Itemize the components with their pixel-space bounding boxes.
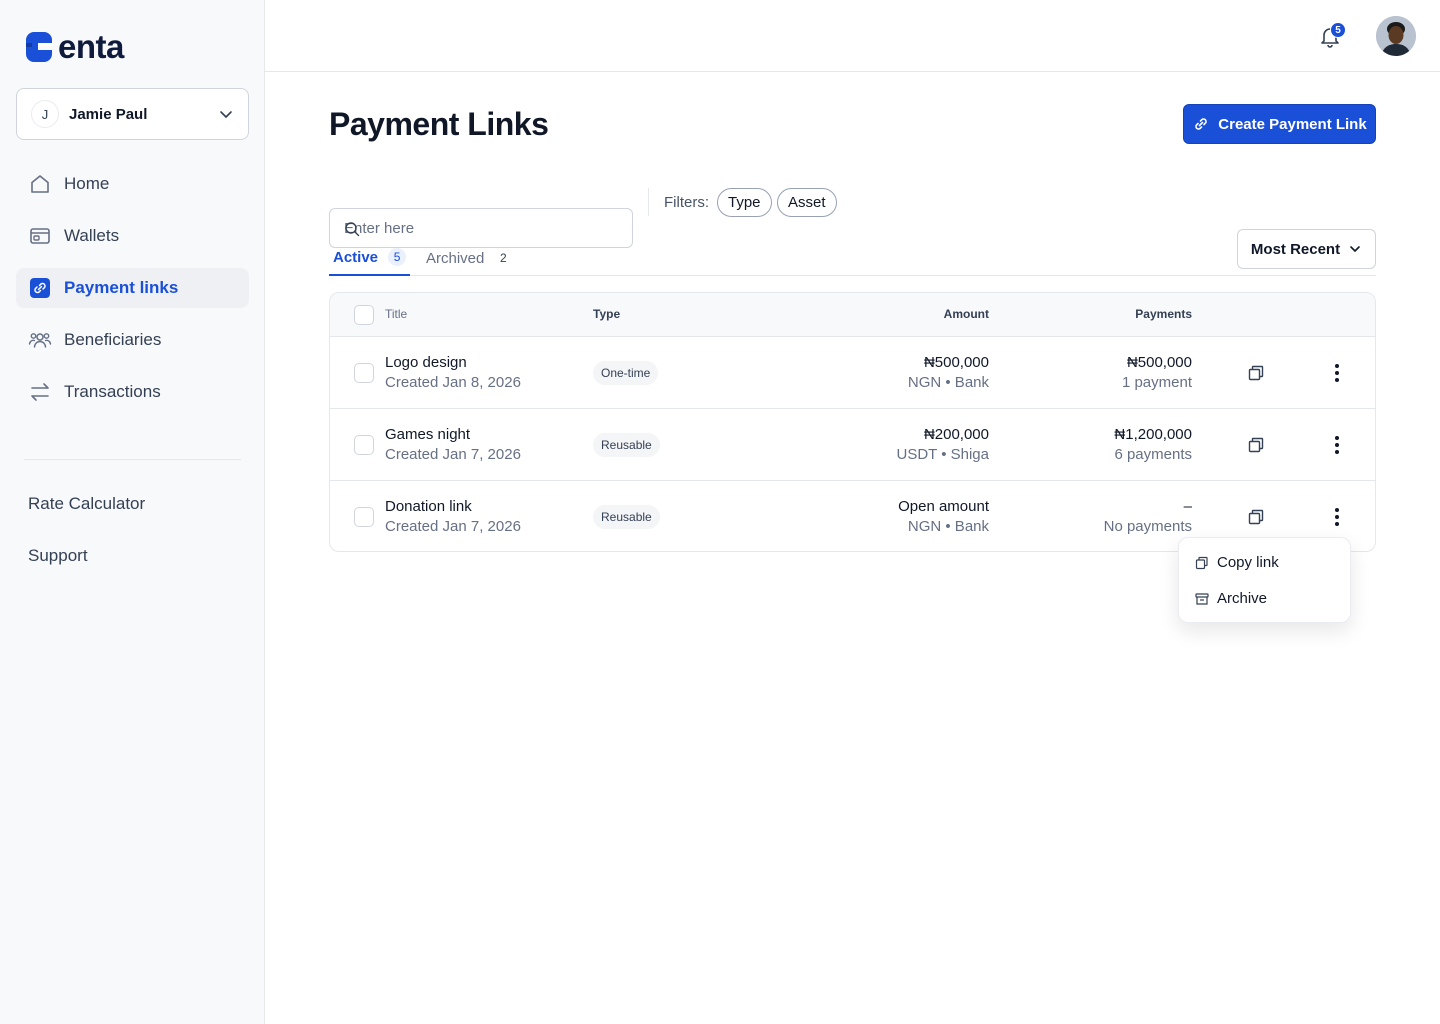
link-amount: ₦500,000 [923,354,989,371]
users-icon [28,333,52,348]
nav-label: Wallets [64,226,120,245]
page-title: Payment Links [329,106,549,142]
link-amount: ₦200,000 [923,426,989,443]
main-nav: Home Wallets Payment links Beneficiaries… [16,164,249,424]
link-created-date: Created Jan 7, 2026 [385,518,521,535]
nav-item-rate-calculator[interactable]: Rate Calculator [28,490,145,518]
payments-total: – [1183,498,1192,515]
secondary-nav: Rate Calculator Support [28,490,145,594]
link-title: Logo design [385,354,467,371]
row-checkbox[interactable] [354,435,374,455]
nav-label: Payment links [64,278,179,297]
brand-logo[interactable]: enta [24,30,124,64]
account-name: Jamie Paul [69,105,148,123]
tab-count: 2 [500,251,507,265]
menu-item-archive[interactable]: Archive [1195,590,1267,607]
tab-label: Active [333,248,379,266]
nav-item-payment-links[interactable]: Payment links [16,268,249,308]
select-all-checkbox[interactable] [354,305,374,325]
table-row[interactable]: Logo design Created Jan 8, 2026 One-time… [330,337,1375,409]
tab-count: 5 [388,248,407,266]
link-title: Games night [385,426,471,443]
menu-item-label: Archive [1217,590,1268,607]
user-photo-icon [1376,16,1416,56]
table-row[interactable]: Games night Created Jan 7, 2026 Reusable… [330,409,1375,481]
payments-count: No payments [1103,518,1192,535]
top-bar: 5 [265,0,1440,72]
nav-label: Transactions [64,382,161,401]
tab-label: Archived [426,249,485,267]
arrows-icon [31,383,49,401]
column-header-amount: Amount [943,307,989,321]
home-icon [31,175,49,193]
link-currency-method: USDT • Shiga [896,446,989,463]
table-header: Title Type Amount Payments [330,293,1375,337]
nav-item-home[interactable]: Home [16,164,249,204]
link-title: Donation link [385,498,472,515]
tab-archived[interactable]: Archived 2 [426,240,512,276]
nav-item-support[interactable]: Support [28,542,145,570]
payments-count: 6 payments [1114,446,1192,463]
link-icon [30,278,50,298]
menu-item-copy-link[interactable]: Copy link [1195,554,1279,571]
type-badge: Reusable [593,505,660,529]
archive-icon [1195,592,1209,605]
payments-total: ₦1,200,000 [1114,426,1192,443]
filter-divider [648,188,649,216]
more-options-icon[interactable] [1328,506,1346,528]
type-badge: Reusable [593,433,660,457]
create-payment-link-button[interactable]: Create Payment Link [1183,104,1376,144]
account-switcher[interactable]: J Jamie Paul [16,88,249,140]
link-created-date: Created Jan 7, 2026 [385,446,521,463]
brand-name: enta [58,28,124,65]
nav-label: Beneficiaries [64,330,162,349]
link-created-date: Created Jan 8, 2026 [385,374,521,391]
sort-dropdown[interactable]: Most Recent [1237,229,1376,269]
row-checkbox[interactable] [354,363,374,383]
payments-total: ₦500,000 [1126,354,1192,371]
filter-chip-asset[interactable]: Asset [777,188,837,217]
row-checkbox[interactable] [354,507,374,527]
sidebar: enta J Jamie Paul Home Wallets Payment l… [0,0,265,1024]
row-actions-menu: Copy link Archive [1178,537,1351,623]
nav-item-wallets[interactable]: Wallets [16,216,249,256]
search-icon [345,222,360,237]
account-avatar: J [31,100,59,128]
payment-links-table: Title Type Amount Payments Logo design C… [329,292,1376,552]
link-icon [1195,118,1208,130]
status-tabs: Active 5 Archived 2 [329,240,1376,276]
create-button-label: Create Payment Link [1218,115,1367,133]
payments-count: 1 payment [1121,374,1192,391]
link-amount: Open amount [898,498,989,515]
copy-icon[interactable] [1247,508,1265,526]
menu-item-label: Copy link [1217,554,1279,571]
copy-icon[interactable] [1247,436,1265,454]
column-header-payments: Payments [1135,307,1192,321]
notification-badge: 5 [1330,22,1346,38]
wallet-icon [30,228,50,244]
column-header-title: Title [385,307,408,321]
copy-icon[interactable] [1247,364,1265,382]
more-options-icon[interactable] [1328,434,1346,456]
filters-label: Filters: [664,194,709,211]
filter-chip-type[interactable]: Type [717,188,772,217]
enta-logo-icon [26,32,52,62]
tab-active[interactable]: Active 5 [329,240,411,276]
chevron-down-icon [220,111,232,118]
more-options-icon[interactable] [1328,362,1346,384]
nav-item-transactions[interactable]: Transactions [16,372,249,412]
link-currency-method: NGN • Bank [907,518,989,535]
user-avatar[interactable] [1376,16,1416,56]
nav-item-beneficiaries[interactable]: Beneficiaries [16,320,249,360]
copy-icon [1195,556,1208,569]
nav-label: Home [64,174,110,193]
chevron-down-icon [1350,246,1360,252]
type-badge: One-time [593,361,659,385]
column-header-type: Type [593,307,621,321]
link-currency-method: NGN • Bank [907,374,989,391]
sort-label: Most Recent [1250,240,1341,258]
search-input[interactable] [344,219,632,237]
sidebar-divider [24,459,241,460]
